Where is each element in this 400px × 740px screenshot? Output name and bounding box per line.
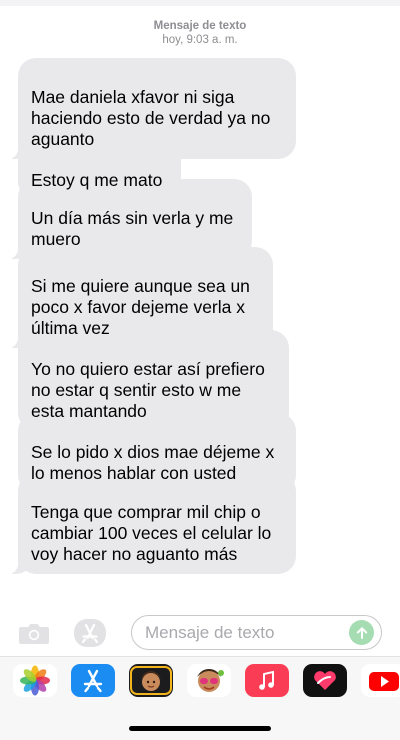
app-youtube[interactable] (361, 664, 400, 697)
app-animoji[interactable] (187, 664, 231, 697)
composer-bar (0, 612, 400, 656)
app-store[interactable] (71, 664, 115, 697)
message-text: Yo no quiero estar así prefiero no estar… (31, 359, 265, 421)
photos-app-icon (20, 665, 50, 696)
camera-button[interactable] (18, 619, 50, 647)
app-music[interactable] (245, 664, 289, 697)
app-store-icon (74, 619, 106, 647)
message-bubble[interactable]: Tenga que comprar mil chip o cambiar 100… (7, 473, 296, 574)
message-text: Estoy q me mato (31, 170, 163, 190)
send-button[interactable] (349, 620, 374, 645)
animoji-app-icon (197, 669, 224, 692)
camera-icon (19, 624, 49, 644)
app-digital-touch[interactable] (303, 664, 347, 697)
conversation-meta: Mensaje de texto hoy, 9:03 a. m. (0, 19, 400, 47)
service-label: Mensaje de texto (153, 20, 247, 32)
timestamp: hoy, 9:03 a. m. (162, 34, 238, 46)
message-text: Un día más sin verla y me muero (31, 208, 234, 249)
home-indicator (129, 726, 271, 731)
message-text: Si me quiere aunque sea un poco x favor … (31, 276, 250, 338)
memoji-app-icon (130, 666, 172, 695)
arrow-up-icon (356, 626, 367, 639)
app-store-app-icon (83, 669, 103, 693)
message-text: Tenga que comprar mil chip o cambiar 100… (31, 502, 272, 564)
youtube-app-icon (369, 672, 399, 691)
message-input[interactable] (145, 621, 335, 645)
apps-button[interactable] (74, 619, 106, 647)
digital-touch-app-icon (314, 671, 336, 690)
app-photos[interactable] (13, 664, 57, 697)
message-text: Mae daniela xfavor ni siga haciendo esto… (31, 87, 271, 149)
top-strip (0, 0, 400, 6)
app-memoji[interactable] (129, 664, 173, 697)
messages-screen: Mensaje de texto hoy, 9:03 a. m. Mae dan… (0, 0, 400, 740)
message-field[interactable] (131, 615, 382, 650)
music-app-icon (259, 670, 274, 690)
